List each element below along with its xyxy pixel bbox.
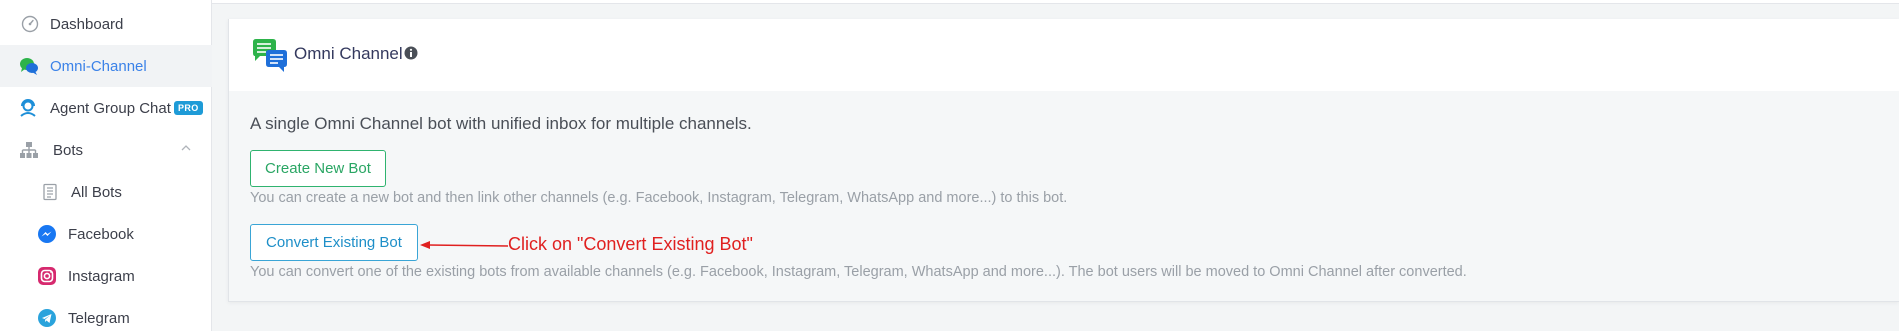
sidebar-item-label: Instagram xyxy=(68,267,135,285)
top-bar xyxy=(212,0,1899,4)
bots-sitemap-icon xyxy=(19,140,39,160)
omni-channel-logo-icon xyxy=(251,37,289,78)
instagram-icon xyxy=(37,266,57,286)
sidebar-item-dashboard[interactable]: Dashboard xyxy=(0,3,212,45)
convert-existing-bot-button[interactable]: Convert Existing Bot xyxy=(250,224,418,261)
sidebar-item-telegram[interactable]: Telegram xyxy=(0,297,212,331)
info-icon[interactable] xyxy=(404,46,418,65)
sidebar-item-omni-channel[interactable]: Omni-Channel xyxy=(0,45,212,87)
sidebar-item-facebook[interactable]: Facebook xyxy=(0,213,212,255)
sidebar-item-agent-group-chat[interactable]: Agent Group Chat PRO xyxy=(0,87,212,129)
app-root: Dashboard Omni-Channel Agent Group Chat … xyxy=(0,0,1899,331)
sidebar-item-label: All Bots xyxy=(71,183,122,201)
annotation-text: Click on "Convert Existing Bot" xyxy=(508,234,753,254)
sidebar-item-label: Dashboard xyxy=(50,15,124,33)
omni-channel-card: Omni Channel A single Omni Channel bot w… xyxy=(228,19,1899,302)
dashboard-gauge-icon xyxy=(20,14,40,34)
annotation-arrow-icon xyxy=(420,241,509,249)
chevron-up-icon[interactable] xyxy=(180,141,192,158)
card-description: A single Omni Channel bot with unified i… xyxy=(250,114,752,133)
list-document-icon xyxy=(40,182,60,202)
sidebar-item-instagram[interactable]: Instagram xyxy=(0,255,212,297)
sidebar-item-label: Telegram xyxy=(68,309,130,327)
convert-bot-hint: You can convert one of the existing bots… xyxy=(250,264,1467,280)
sidebar-item-all-bots[interactable]: All Bots xyxy=(0,171,212,213)
pro-badge: PRO xyxy=(174,101,203,115)
sidebar-item-bots[interactable]: Bots xyxy=(0,129,212,171)
card-header: Omni Channel xyxy=(229,19,1899,91)
sidebar-item-label: Agent Group Chat xyxy=(50,99,171,117)
agent-headset-icon xyxy=(18,98,38,118)
omni-channel-chat-icon xyxy=(19,56,39,76)
telegram-icon xyxy=(37,308,57,328)
sidebar-item-label: Facebook xyxy=(68,225,134,243)
sidebar: Dashboard Omni-Channel Agent Group Chat … xyxy=(0,0,212,331)
card-title: Omni Channel xyxy=(294,44,403,63)
create-bot-hint: You can create a new bot and then link o… xyxy=(250,190,1068,206)
sidebar-item-label: Omni-Channel xyxy=(50,57,147,75)
sidebar-item-label: Bots xyxy=(53,141,84,159)
facebook-messenger-icon xyxy=(37,224,57,244)
create-new-bot-button[interactable]: Create New Bot xyxy=(250,150,386,187)
